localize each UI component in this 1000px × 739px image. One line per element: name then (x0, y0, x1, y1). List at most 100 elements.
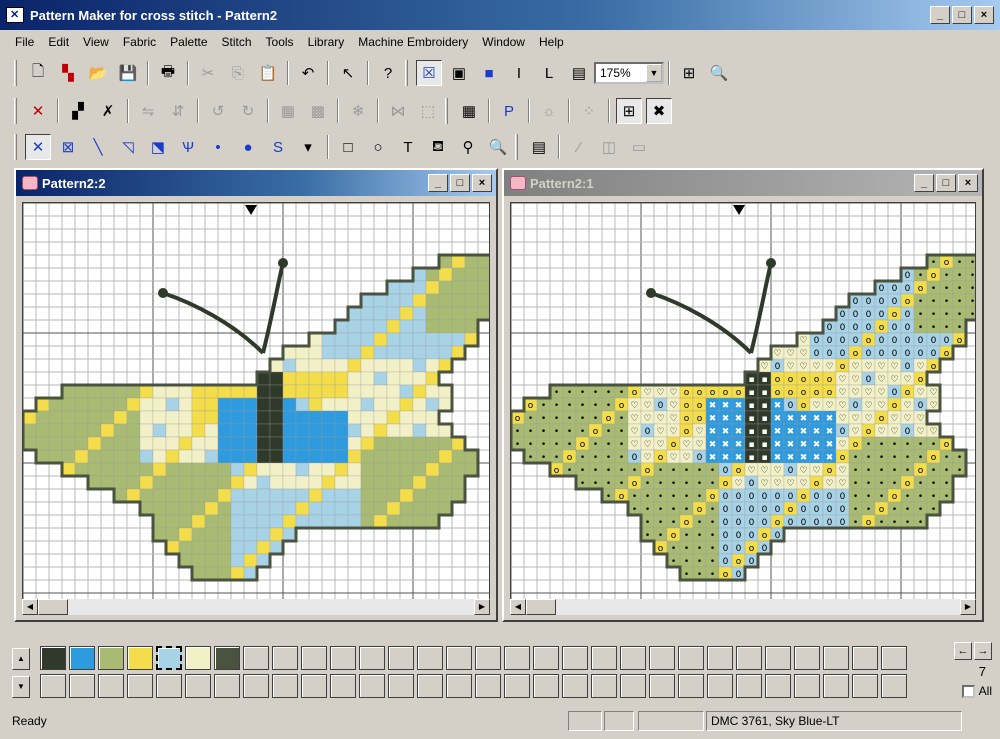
palette-swatch[interactable] (794, 674, 820, 698)
palette-swatch[interactable] (301, 646, 327, 670)
pattern-window-2[interactable]: Pattern2:2 _ □ × ◀ ▶ (14, 168, 498, 622)
save-icon[interactable]: 💾 (115, 60, 141, 86)
palette-swatch[interactable] (330, 674, 356, 698)
palette-swatch[interactable] (881, 646, 907, 670)
pattern-window-title-bar[interactable]: Pattern2:1 _ □ × (504, 170, 982, 196)
paste-icon[interactable]: 📋 (255, 60, 281, 86)
minimize-button[interactable]: _ (930, 6, 950, 24)
delete-icon[interactable]: ✕ (25, 98, 51, 124)
palette-swatch[interactable] (272, 674, 298, 698)
palette-swatch[interactable] (591, 674, 617, 698)
undo-icon[interactable]: ↶ (295, 60, 321, 86)
palette-swatch[interactable] (533, 674, 559, 698)
menu-stitch[interactable]: Stitch (215, 35, 259, 49)
menu-tools[interactable]: Tools (259, 35, 301, 49)
scroll-thumb[interactable] (526, 599, 556, 615)
scroll-left-icon[interactable]: ◀ (510, 599, 526, 615)
copy-icon[interactable]: ⎘ (225, 60, 251, 86)
all-checkbox[interactable] (961, 684, 975, 698)
palette-next-arrow-icon[interactable]: → (974, 642, 992, 660)
scroll-thumb[interactable] (38, 599, 68, 615)
palette-swatch[interactable] (852, 646, 878, 670)
color-block-view-icon[interactable]: ■ (476, 60, 502, 86)
palette-swatch[interactable] (388, 674, 414, 698)
palette-swatch[interactable] (40, 646, 66, 670)
grid-toggle-icon[interactable]: ⊞ (616, 98, 642, 124)
stitch-symbol-view-icon[interactable]: ▣ (446, 60, 472, 86)
palette-swatch[interactable] (98, 646, 124, 670)
help-icon[interactable]: ? (375, 60, 401, 86)
stitch-options-chevron-icon[interactable]: ▾ (295, 134, 321, 160)
bead-icon[interactable]: ● (235, 134, 261, 160)
maximize-button[interactable]: □ (952, 6, 972, 24)
horizontal-scrollbar[interactable]: ◀ ▶ (22, 598, 490, 616)
maximize-button[interactable]: □ (450, 174, 470, 192)
palette-swatch[interactable] (185, 674, 211, 698)
minimize-button[interactable]: _ (914, 174, 934, 192)
palette-swatch[interactable] (243, 674, 269, 698)
properties-icon[interactable]: ▤ (526, 134, 552, 160)
full-stitch-view-icon[interactable]: ☒ (416, 60, 442, 86)
page-view-icon[interactable]: ▤ (566, 60, 592, 86)
close-button[interactable]: × (472, 174, 492, 192)
pattern-grid[interactable]: • o • •0 • o • • •0 0 0 o • • • •0 0 0 0 o • • • • •0 0 0 0 o 0 • • • • •0… (511, 203, 976, 600)
select-all-icon[interactable]: ⬚ (415, 98, 441, 124)
flip-horizontal-icon[interactable]: ⇋ (135, 98, 161, 124)
pattern-canvas[interactable]: • o • • 0 • o • • • 0 0 0 o • • • • 0 0 0 0 o • • • • • 0 0 0 0 o 0 • • • • • 0… (510, 202, 976, 600)
menu-view[interactable]: View (76, 35, 116, 49)
palette-swatch[interactable] (446, 646, 472, 670)
palette-swatch[interactable] (475, 646, 501, 670)
menu-machine-embroidery[interactable]: Machine Embroidery (351, 35, 475, 49)
outline-icon[interactable]: ▦ (275, 98, 301, 124)
palette-swatch[interactable] (736, 674, 762, 698)
print-icon[interactable]: 🖶 (155, 60, 181, 86)
mirror-icon[interactable]: ⋈ (385, 98, 411, 124)
fill-area-icon[interactable]: ▩ (305, 98, 331, 124)
scroll-right-icon[interactable]: ▶ (960, 599, 976, 615)
palette-swatch[interactable] (736, 646, 762, 670)
scroll-right-icon[interactable]: ▶ (474, 599, 490, 615)
rotate-right-icon[interactable]: ↻ (235, 98, 261, 124)
maximize-button[interactable]: □ (936, 174, 956, 192)
menu-fabric[interactable]: Fabric (116, 35, 163, 49)
palette-swatch[interactable] (765, 674, 791, 698)
context-help-icon[interactable]: ↖ (335, 60, 361, 86)
palette-swatch[interactable] (243, 646, 269, 670)
backstitch-icon[interactable]: S (265, 134, 291, 160)
close-button[interactable]: × (958, 174, 978, 192)
close-button[interactable]: × (974, 6, 994, 24)
zoom-fit-icon[interactable]: ⊞ (676, 60, 702, 86)
palette-swatch[interactable] (765, 646, 791, 670)
palette-swatch[interactable] (214, 646, 240, 670)
pattern-window-1[interactable]: Pattern2:1 _ □ × • o • • 0 • o • • • 0 0 0 o • • • • 0 0 0 0 o… (502, 168, 984, 622)
palette-swatch[interactable] (446, 674, 472, 698)
toolbar-grip[interactable] (14, 60, 17, 86)
palette-swatch[interactable] (359, 674, 385, 698)
move-stitch-icon[interactable]: ▞ (65, 98, 91, 124)
three-quarter-stitch-icon[interactable]: ⬔ (145, 134, 171, 160)
palette-swatch[interactable] (330, 646, 356, 670)
palette-swatch[interactable] (504, 674, 530, 698)
zoom-select[interactable]: 175% ▼ (594, 62, 664, 84)
palette-swatch[interactable] (417, 646, 443, 670)
horizontal-scrollbar[interactable]: ◀ ▶ (510, 598, 976, 616)
eyedropper-icon[interactable]: ⚲ (455, 134, 481, 160)
palette-swatch[interactable] (591, 646, 617, 670)
petite-stitch-icon[interactable]: Ѱ (175, 134, 201, 160)
palette-swatch[interactable] (40, 674, 66, 698)
palette-swatch[interactable] (562, 646, 588, 670)
palette-swatch[interactable] (620, 674, 646, 698)
half-cross-icon[interactable]: ⊠ (55, 134, 81, 160)
palette-swatch[interactable] (388, 646, 414, 670)
palette-swatch[interactable] (272, 646, 298, 670)
scroll-left-icon[interactable]: ◀ (22, 599, 38, 615)
palette-swatch[interactable] (533, 646, 559, 670)
palette-swatch[interactable] (98, 674, 124, 698)
split-stitch-icon[interactable]: ⁄ (566, 134, 592, 160)
open-folder-icon[interactable]: 📂 (85, 60, 111, 86)
palette-swatch[interactable] (127, 646, 153, 670)
fill-bucket-icon[interactable]: ⛾ (425, 134, 451, 160)
palette-swatch[interactable] (214, 674, 240, 698)
pattern-window-title-bar[interactable]: Pattern2:2 _ □ × (16, 170, 496, 196)
palette-swatch[interactable] (562, 674, 588, 698)
